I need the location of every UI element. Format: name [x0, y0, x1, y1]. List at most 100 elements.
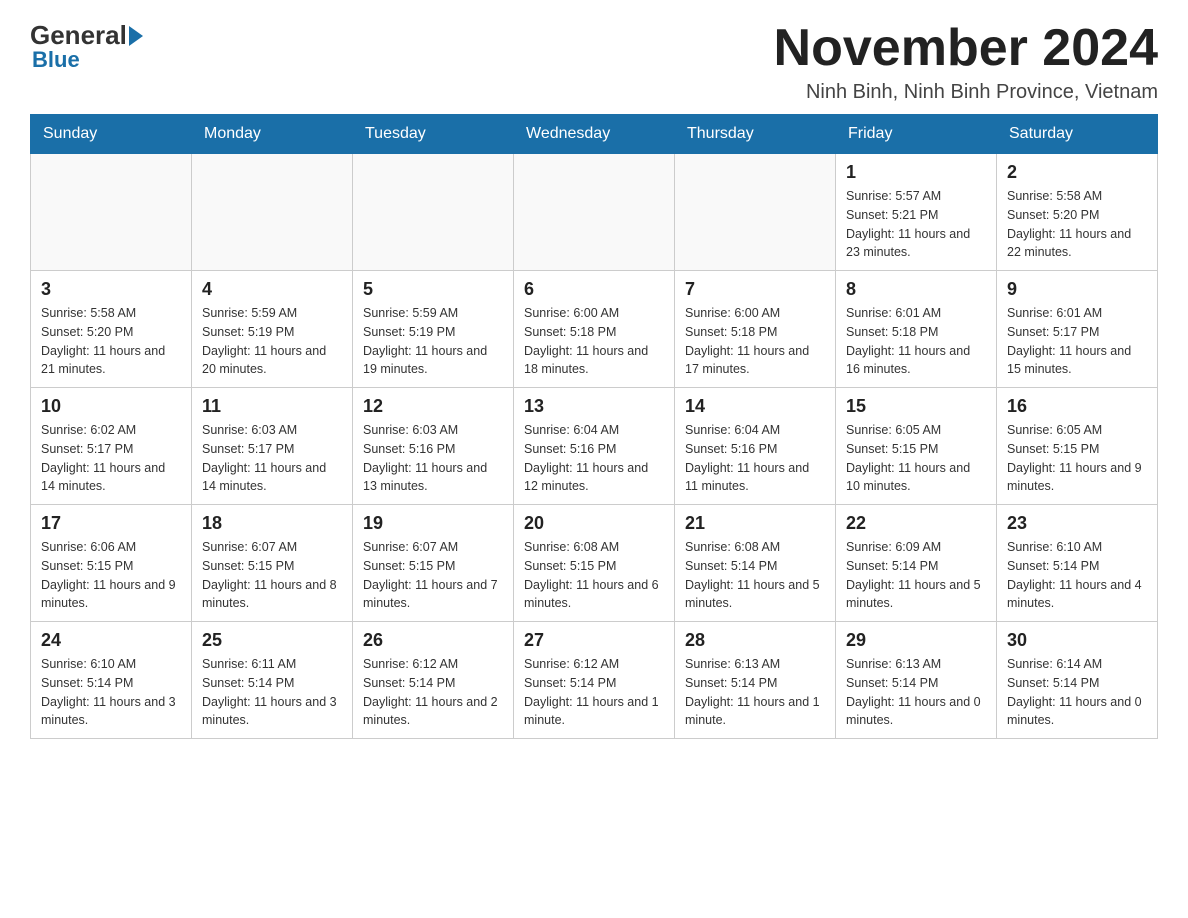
weekday-header-row: Sunday Monday Tuesday Wednesday Thursday… — [31, 115, 1158, 154]
day-number: 22 — [846, 513, 986, 534]
calendar-day-cell: 20 Sunrise: 6:08 AMSunset: 5:15 PMDayligh… — [514, 505, 675, 622]
calendar-week-row: 3 Sunrise: 5:58 AMSunset: 5:20 PMDaylight… — [31, 271, 1158, 388]
calendar-day-cell: 27 Sunrise: 6:12 AMSunset: 5:14 PMDayligh… — [514, 622, 675, 739]
day-number: 14 — [685, 396, 825, 417]
calendar-day-cell: 15 Sunrise: 6:05 AMSunset: 5:15 PMDayligh… — [836, 388, 997, 505]
day-number: 27 — [524, 630, 664, 651]
month-year-title: November 2024 — [774, 20, 1158, 77]
day-number: 28 — [685, 630, 825, 651]
day-info: Sunrise: 5:58 AMSunset: 5:20 PMDaylight:… — [1007, 187, 1147, 262]
day-info: Sunrise: 6:10 AMSunset: 5:14 PMDaylight:… — [1007, 538, 1147, 613]
day-info: Sunrise: 6:03 AMSunset: 5:16 PMDaylight:… — [363, 421, 503, 496]
calendar-day-cell: 22 Sunrise: 6:09 AMSunset: 5:14 PMDayligh… — [836, 505, 997, 622]
day-number: 7 — [685, 279, 825, 300]
logo: General Blue — [30, 20, 145, 73]
day-info: Sunrise: 6:13 AMSunset: 5:14 PMDaylight:… — [846, 655, 986, 730]
day-number: 16 — [1007, 396, 1147, 417]
day-number: 6 — [524, 279, 664, 300]
day-number: 15 — [846, 396, 986, 417]
day-info: Sunrise: 6:12 AMSunset: 5:14 PMDaylight:… — [524, 655, 664, 730]
calendar-day-cell: 1 Sunrise: 5:57 AMSunset: 5:21 PMDaylight… — [836, 154, 997, 271]
day-number: 24 — [41, 630, 181, 651]
day-info: Sunrise: 5:59 AMSunset: 5:19 PMDaylight:… — [202, 304, 342, 379]
page-header: General Blue November 2024 Ninh Binh, Ni… — [30, 20, 1158, 104]
calendar-day-cell: 21 Sunrise: 6:08 AMSunset: 5:14 PMDayligh… — [675, 505, 836, 622]
calendar-day-cell: 28 Sunrise: 6:13 AMSunset: 5:14 PMDayligh… — [675, 622, 836, 739]
calendar-day-cell: 9 Sunrise: 6:01 AMSunset: 5:17 PMDaylight… — [997, 271, 1158, 388]
calendar-day-cell: 2 Sunrise: 5:58 AMSunset: 5:20 PMDaylight… — [997, 154, 1158, 271]
day-info: Sunrise: 6:04 AMSunset: 5:16 PMDaylight:… — [524, 421, 664, 496]
day-info: Sunrise: 6:05 AMSunset: 5:15 PMDaylight:… — [1007, 421, 1147, 496]
day-info: Sunrise: 6:07 AMSunset: 5:15 PMDaylight:… — [363, 538, 503, 613]
header-tuesday: Tuesday — [353, 115, 514, 154]
calendar-day-cell: 6 Sunrise: 6:00 AMSunset: 5:18 PMDaylight… — [514, 271, 675, 388]
day-info: Sunrise: 5:57 AMSunset: 5:21 PMDaylight:… — [846, 187, 986, 262]
day-number: 23 — [1007, 513, 1147, 534]
location-subtitle: Ninh Binh, Ninh Binh Province, Vietnam — [774, 81, 1158, 104]
day-number: 30 — [1007, 630, 1147, 651]
day-info: Sunrise: 6:00 AMSunset: 5:18 PMDaylight:… — [685, 304, 825, 379]
calendar-day-cell — [192, 154, 353, 271]
calendar-week-row: 17 Sunrise: 6:06 AMSunset: 5:15 PMDayligh… — [31, 505, 1158, 622]
day-info: Sunrise: 6:04 AMSunset: 5:16 PMDaylight:… — [685, 421, 825, 496]
header-sunday: Sunday — [31, 115, 192, 154]
calendar-body: 1 Sunrise: 5:57 AMSunset: 5:21 PMDaylight… — [31, 154, 1158, 739]
day-info: Sunrise: 6:01 AMSunset: 5:17 PMDaylight:… — [1007, 304, 1147, 379]
day-info: Sunrise: 5:59 AMSunset: 5:19 PMDaylight:… — [363, 304, 503, 379]
day-number: 4 — [202, 279, 342, 300]
calendar-day-cell: 16 Sunrise: 6:05 AMSunset: 5:15 PMDayligh… — [997, 388, 1158, 505]
day-number: 21 — [685, 513, 825, 534]
calendar-header: Sunday Monday Tuesday Wednesday Thursday… — [31, 115, 1158, 154]
header-saturday: Saturday — [997, 115, 1158, 154]
day-number: 19 — [363, 513, 503, 534]
calendar-day-cell: 29Sunrise: 6:13 AMSunset: 5:14 PMDayligh… — [836, 622, 997, 739]
calendar-day-cell: 12 Sunrise: 6:03 AMSunset: 5:16 PMDayligh… — [353, 388, 514, 505]
day-info: Sunrise: 6:08 AMSunset: 5:15 PMDaylight:… — [524, 538, 664, 613]
day-info: Sunrise: 6:10 AMSunset: 5:14 PMDaylight:… — [41, 655, 181, 730]
calendar-day-cell — [675, 154, 836, 271]
logo-blue: Blue — [30, 47, 80, 73]
day-info: Sunrise: 6:08 AMSunset: 5:14 PMDaylight:… — [685, 538, 825, 613]
day-number: 20 — [524, 513, 664, 534]
day-number: 2 — [1007, 162, 1147, 183]
day-info: Sunrise: 6:06 AMSunset: 5:15 PMDaylight:… — [41, 538, 181, 613]
day-info: Sunrise: 6:02 AMSunset: 5:17 PMDaylight:… — [41, 421, 181, 496]
day-number: 9 — [1007, 279, 1147, 300]
calendar-day-cell: 4 Sunrise: 5:59 AMSunset: 5:19 PMDaylight… — [192, 271, 353, 388]
day-number: 1 — [846, 162, 986, 183]
calendar-day-cell: 5Sunrise: 5:59 AMSunset: 5:19 PMDaylight… — [353, 271, 514, 388]
header-thursday: Thursday — [675, 115, 836, 154]
header-wednesday: Wednesday — [514, 115, 675, 154]
day-info: Sunrise: 6:00 AMSunset: 5:18 PMDaylight:… — [524, 304, 664, 379]
calendar-week-row: 1 Sunrise: 5:57 AMSunset: 5:21 PMDaylight… — [31, 154, 1158, 271]
header-monday: Monday — [192, 115, 353, 154]
day-info: Sunrise: 6:09 AMSunset: 5:14 PMDaylight:… — [846, 538, 986, 613]
day-info: Sunrise: 6:11 AMSunset: 5:14 PMDaylight:… — [202, 655, 342, 730]
day-number: 18 — [202, 513, 342, 534]
calendar-day-cell: 30Sunrise: 6:14 AMSunset: 5:14 PMDayligh… — [997, 622, 1158, 739]
calendar-day-cell: 13Sunrise: 6:04 AMSunset: 5:16 PMDayligh… — [514, 388, 675, 505]
calendar-day-cell: 24 Sunrise: 6:10 AMSunset: 5:14 PMDayligh… — [31, 622, 192, 739]
day-number: 10 — [41, 396, 181, 417]
calendar-day-cell — [353, 154, 514, 271]
day-info: Sunrise: 6:07 AMSunset: 5:15 PMDaylight:… — [202, 538, 342, 613]
day-number: 17 — [41, 513, 181, 534]
day-info: Sunrise: 5:58 AMSunset: 5:20 PMDaylight:… — [41, 304, 181, 379]
day-info: Sunrise: 6:13 AMSunset: 5:14 PMDaylight:… — [685, 655, 825, 730]
day-number: 3 — [41, 279, 181, 300]
header-friday: Friday — [836, 115, 997, 154]
day-number: 8 — [846, 279, 986, 300]
title-area: November 2024 Ninh Binh, Ninh Binh Provi… — [774, 20, 1158, 104]
calendar-week-row: 24 Sunrise: 6:10 AMSunset: 5:14 PMDayligh… — [31, 622, 1158, 739]
calendar-day-cell: 17 Sunrise: 6:06 AMSunset: 5:15 PMDayligh… — [31, 505, 192, 622]
day-number: 25 — [202, 630, 342, 651]
calendar-day-cell: 23 Sunrise: 6:10 AMSunset: 5:14 PMDayligh… — [997, 505, 1158, 622]
calendar-table: Sunday Monday Tuesday Wednesday Thursday… — [30, 114, 1158, 739]
day-info: Sunrise: 6:05 AMSunset: 5:15 PMDaylight:… — [846, 421, 986, 496]
calendar-day-cell: 14 Sunrise: 6:04 AMSunset: 5:16 PMDayligh… — [675, 388, 836, 505]
calendar-day-cell: 11Sunrise: 6:03 AMSunset: 5:17 PMDayligh… — [192, 388, 353, 505]
logo-arrow-icon — [129, 26, 143, 46]
calendar-day-cell: 3 Sunrise: 5:58 AMSunset: 5:20 PMDaylight… — [31, 271, 192, 388]
day-number: 12 — [363, 396, 503, 417]
calendar-day-cell — [514, 154, 675, 271]
